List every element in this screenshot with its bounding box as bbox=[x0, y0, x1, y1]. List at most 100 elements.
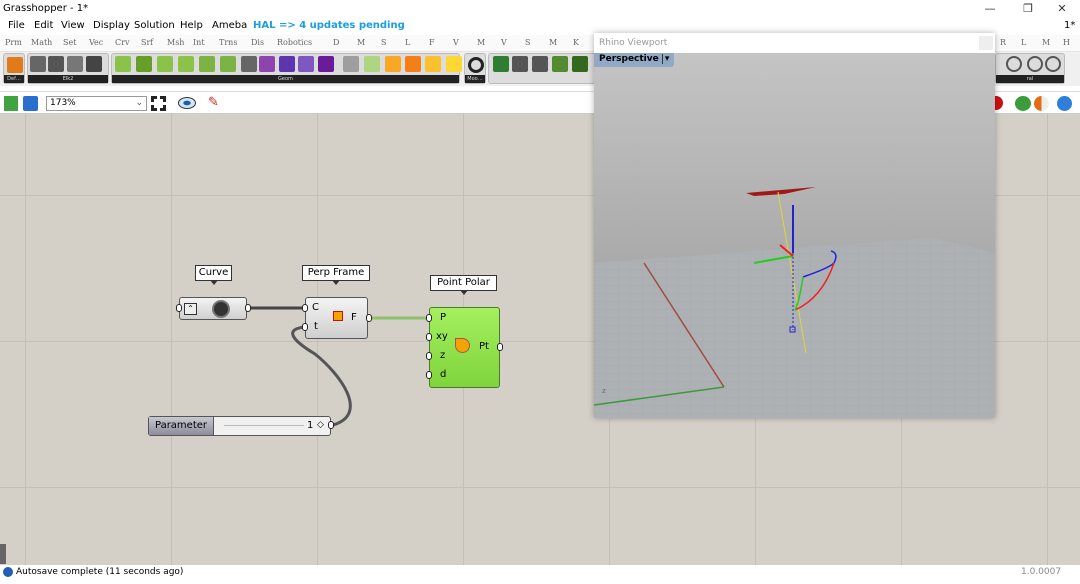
tab-s[interactable]: S bbox=[381, 38, 386, 47]
point-polar-xy-grip[interactable] bbox=[426, 333, 432, 341]
component-icon[interactable] bbox=[298, 56, 314, 72]
component-icon[interactable] bbox=[532, 56, 548, 72]
component-icon[interactable] bbox=[1045, 56, 1061, 72]
perspective-view-tab[interactable]: Perspective ▾ bbox=[594, 53, 675, 67]
component-icon[interactable] bbox=[512, 56, 528, 72]
slider-track[interactable] bbox=[224, 425, 304, 426]
preview-mesh-icon[interactable] bbox=[1015, 96, 1031, 111]
component-icon[interactable] bbox=[48, 56, 64, 72]
hal-update-notice[interactable]: HAL => 4 updates pending bbox=[253, 20, 405, 31]
tab-prm[interactable]: Prm bbox=[5, 38, 22, 47]
menu-file[interactable]: File bbox=[8, 20, 25, 31]
point-polar-z-grip[interactable] bbox=[426, 352, 432, 360]
tab-dis[interactable]: Dis bbox=[251, 38, 264, 47]
text-tag-icon[interactable] bbox=[7, 57, 23, 73]
component-icon[interactable] bbox=[446, 56, 462, 72]
restore-button[interactable]: ❐ bbox=[1018, 2, 1038, 15]
component-icon[interactable] bbox=[157, 56, 173, 72]
component-icon[interactable] bbox=[1006, 56, 1022, 72]
point-polar-p-grip[interactable] bbox=[426, 314, 432, 322]
tab-k[interactable]: K bbox=[573, 38, 579, 47]
save-icon[interactable] bbox=[23, 96, 38, 111]
tab-trns[interactable]: Trns bbox=[219, 38, 237, 47]
component-icon[interactable] bbox=[86, 56, 102, 72]
component-icon[interactable] bbox=[220, 56, 236, 72]
tab-int[interactable]: Int bbox=[193, 38, 205, 47]
tab-v[interactable]: V bbox=[501, 38, 507, 47]
open-file-icon[interactable] bbox=[4, 96, 18, 111]
component-icon[interactable] bbox=[425, 56, 441, 72]
component-icon[interactable] bbox=[1027, 56, 1043, 72]
curve-output-grip[interactable] bbox=[245, 304, 251, 312]
menu-edit[interactable]: Edit bbox=[34, 20, 53, 31]
menu-solution[interactable]: Solution bbox=[134, 20, 175, 31]
tab-math[interactable]: Math bbox=[31, 38, 52, 47]
tab-s[interactable]: S bbox=[525, 38, 530, 47]
tab-v[interactable]: V bbox=[453, 38, 459, 47]
slider-output-grip[interactable] bbox=[328, 421, 334, 429]
component-icon[interactable] bbox=[136, 56, 152, 72]
component-icon[interactable] bbox=[199, 56, 215, 72]
component-icon[interactable] bbox=[241, 56, 257, 72]
tab-srf[interactable]: Srf bbox=[141, 38, 153, 47]
viewport-close-button[interactable] bbox=[979, 36, 993, 50]
perp-frame-component[interactable]: C t F bbox=[305, 297, 368, 339]
tab-set[interactable]: Set bbox=[63, 38, 76, 47]
tab-right-3[interactable]: H bbox=[1063, 38, 1070, 47]
menu-help[interactable]: Help bbox=[180, 20, 203, 31]
tab-right-2[interactable]: M bbox=[1042, 38, 1050, 47]
zoom-extents-icon[interactable] bbox=[151, 96, 166, 111]
point-polar-d-grip[interactable] bbox=[426, 371, 432, 379]
component-icon[interactable] bbox=[259, 56, 275, 72]
tab-msh[interactable]: Msh bbox=[167, 38, 184, 47]
component-icon[interactable] bbox=[572, 56, 588, 72]
component-icon[interactable] bbox=[385, 56, 401, 72]
tab-d[interactable]: D bbox=[333, 38, 339, 47]
tab-crv[interactable]: Crv bbox=[115, 38, 129, 47]
component-icon[interactable] bbox=[364, 56, 380, 72]
axis-widget: z bbox=[602, 387, 606, 395]
close-button[interactable]: ✕ bbox=[1052, 2, 1072, 15]
component-icon[interactable] bbox=[67, 56, 83, 72]
tab-vec[interactable]: Vec bbox=[89, 38, 103, 47]
component-icon[interactable] bbox=[343, 56, 359, 72]
menu-ameba[interactable]: Ameba bbox=[212, 20, 247, 31]
preview-eye-icon[interactable] bbox=[178, 97, 196, 109]
component-icon[interactable] bbox=[405, 56, 421, 72]
tab-m[interactable]: M bbox=[549, 38, 557, 47]
document-indicator: 1* bbox=[1064, 20, 1076, 31]
component-icon[interactable] bbox=[30, 56, 46, 72]
tab-right-0[interactable]: R bbox=[1000, 38, 1006, 47]
component-icon[interactable] bbox=[115, 56, 131, 72]
ring-icon[interactable] bbox=[468, 57, 484, 73]
perp-frame-c-grip[interactable] bbox=[302, 304, 308, 312]
component-icon[interactable] bbox=[178, 56, 194, 72]
component-icon[interactable] bbox=[279, 56, 295, 72]
number-slider[interactable]: Parameter 1 ◇ bbox=[148, 416, 331, 436]
scrollbar[interactable] bbox=[0, 544, 6, 564]
curve-parameter-component[interactable]: ⌃ bbox=[179, 297, 247, 320]
component-icon[interactable] bbox=[552, 56, 568, 72]
point-polar-component[interactable]: P xy z d Pt bbox=[429, 307, 500, 388]
zoom-dropdown[interactable]: 173% ⌄ bbox=[46, 96, 147, 111]
component-icon[interactable] bbox=[318, 56, 334, 72]
menu-view[interactable]: View bbox=[61, 20, 85, 31]
component-icon[interactable] bbox=[493, 56, 509, 72]
display-mode-icon[interactable] bbox=[1057, 96, 1072, 111]
minimize-button[interactable]: — bbox=[980, 2, 1000, 15]
menu-display[interactable]: Display bbox=[93, 20, 130, 31]
curve-input-grip[interactable] bbox=[176, 304, 182, 312]
tab-l[interactable]: L bbox=[405, 38, 410, 47]
tab-right-1[interactable]: L bbox=[1021, 38, 1026, 47]
tab-m[interactable]: M bbox=[357, 38, 365, 47]
point-polar-pt-grip[interactable] bbox=[497, 343, 503, 351]
tab-f[interactable]: F bbox=[429, 38, 435, 47]
viewport-scene[interactable]: z bbox=[594, 53, 995, 418]
perp-frame-t-grip[interactable] bbox=[302, 323, 308, 331]
sketch-pen-icon[interactable]: ✎ bbox=[208, 95, 219, 110]
shaded-preview-icon[interactable] bbox=[1034, 96, 1049, 111]
perp-frame-f-grip[interactable] bbox=[366, 314, 372, 322]
slider-handle-icon[interactable]: ◇ bbox=[317, 420, 324, 430]
tab-robotics[interactable]: Robotics bbox=[277, 38, 312, 47]
tab-m[interactable]: M bbox=[477, 38, 485, 47]
